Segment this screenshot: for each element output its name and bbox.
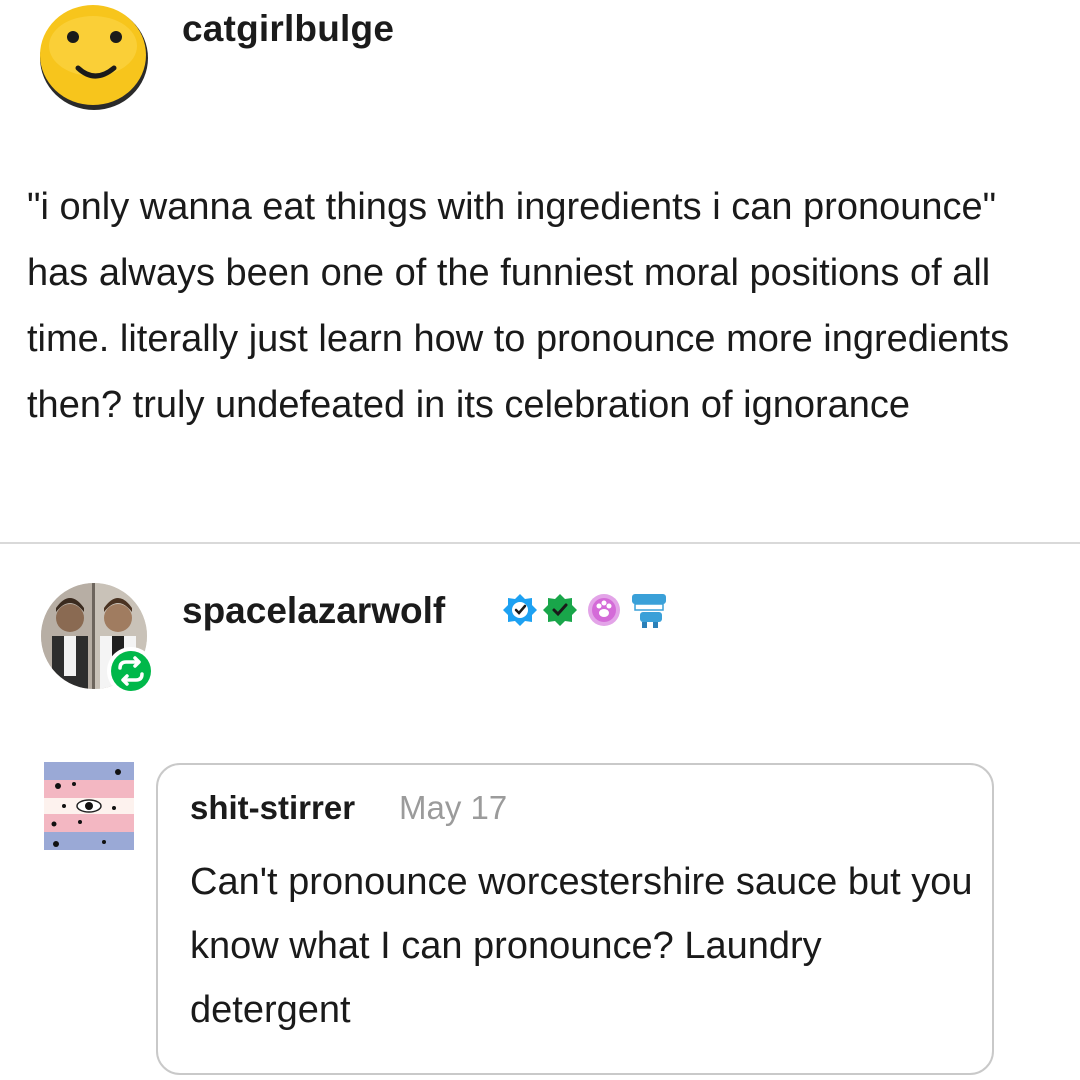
user-badges — [503, 594, 666, 628]
paw-badge-icon — [588, 594, 620, 626]
reblog-icon — [107, 647, 155, 695]
ask-body-text: Can't pronounce worcestershire sauce but… — [190, 861, 973, 1031]
asker-avatar[interactable] — [44, 762, 134, 850]
chattering-teeth-icon — [632, 594, 666, 628]
ask-date: May 17 — [399, 789, 508, 826]
verified-green-icon — [543, 594, 577, 626]
post-divider — [0, 542, 1080, 544]
reblog-author-name[interactable]: spacelazarwolf — [182, 590, 445, 632]
post-author-name[interactable]: catgirlbulge — [182, 8, 394, 50]
post-body-text: "i only wanna eat things with ingredient… — [27, 186, 1010, 426]
smiley-face-icon[interactable] — [38, 2, 150, 110]
verified-blue-icon — [503, 594, 537, 626]
asker-name[interactable]: shit-stirrer — [190, 789, 355, 827]
